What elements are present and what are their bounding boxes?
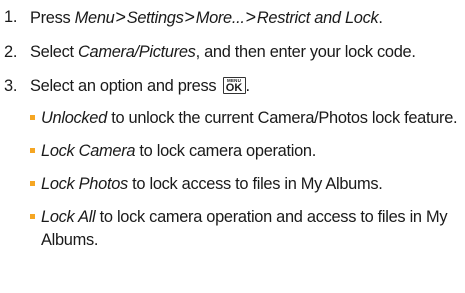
square-bullet-icon bbox=[30, 181, 35, 186]
option-label: Lock Photos bbox=[41, 175, 128, 193]
step-text: Press Menu>Settings>More...>Restrict and… bbox=[30, 6, 461, 30]
step-2: 2. Select Camera/Pictures, and then ente… bbox=[4, 41, 461, 64]
option-description: to lock camera operation and access to f… bbox=[41, 208, 448, 249]
step-number: 2. bbox=[4, 43, 18, 61]
square-bullet-icon bbox=[30, 148, 35, 153]
step-prefix: Select bbox=[30, 43, 79, 61]
option-name: Camera/Pictures bbox=[78, 43, 196, 61]
path-separator: > bbox=[245, 7, 257, 27]
option-label: Lock Camera bbox=[41, 142, 136, 160]
square-bullet-icon bbox=[30, 115, 35, 120]
option-description: to lock camera operation. bbox=[135, 142, 316, 160]
step-1: 1. Press Menu>Settings>More...>Restrict … bbox=[4, 6, 461, 30]
menu-path-item: Menu bbox=[74, 9, 115, 27]
step-3: 3. Select an option and press MENU OK. bbox=[4, 75, 461, 98]
option-label: Lock All bbox=[41, 208, 96, 226]
option-description: to unlock the current Camera/Photos lock… bbox=[106, 109, 458, 127]
step-number: 1. bbox=[4, 8, 18, 26]
option-label: Unlocked bbox=[41, 109, 107, 127]
step-suffix: . bbox=[245, 77, 251, 95]
step-text: Select an option and press MENU OK. bbox=[30, 75, 461, 98]
step-prefix: Select an option and press bbox=[30, 77, 221, 95]
key-main-label: OK bbox=[225, 82, 243, 94]
list-item: Lock Photos to lock access to files in M… bbox=[30, 173, 461, 196]
step-suffix: . bbox=[378, 9, 383, 27]
option-description: to lock access to files in My Albums. bbox=[127, 175, 383, 193]
step-prefix: Press bbox=[30, 9, 75, 27]
path-separator: > bbox=[115, 7, 126, 27]
step-suffix: , and then enter your lock code. bbox=[195, 43, 416, 61]
menu-path-item: More... bbox=[195, 9, 245, 27]
menu-path-item: Settings bbox=[126, 9, 184, 27]
list-item: Unlocked to unlock the current Camera/Ph… bbox=[30, 107, 461, 130]
menu-ok-key-icon: MENU OK bbox=[222, 77, 246, 94]
step-text: Select Camera/Pictures, and then enter y… bbox=[30, 41, 461, 64]
path-separator: > bbox=[184, 7, 196, 27]
square-bullet-icon bbox=[30, 214, 35, 219]
menu-path-item: Restrict and Lock bbox=[256, 9, 379, 27]
list-item: Lock All to lock camera operation and ac… bbox=[30, 206, 461, 252]
instructions-page: 1. Press Menu>Settings>More...>Restrict … bbox=[0, 0, 465, 293]
step-number: 3. bbox=[4, 77, 18, 95]
list-item: Lock Camera to lock camera operation. bbox=[30, 140, 461, 163]
option-list: Unlocked to unlock the current Camera/Ph… bbox=[4, 107, 461, 252]
